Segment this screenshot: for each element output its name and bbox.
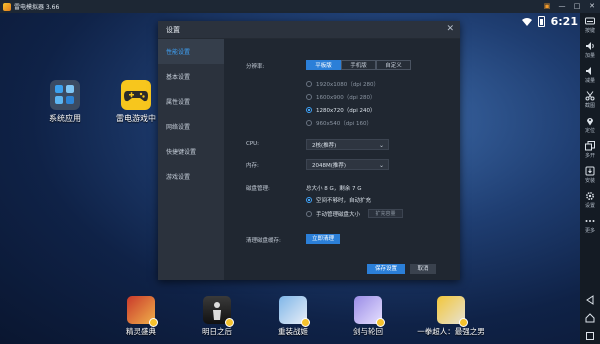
minimize-button[interactable]: — xyxy=(558,1,566,11)
expand-capacity-button[interactable]: 扩充容量 xyxy=(368,209,403,218)
resolution-mode-tabs: 平板版 手机版 自定义 xyxy=(306,60,411,70)
back-icon xyxy=(586,295,594,305)
desktop-app-system[interactable]: 系统应用 xyxy=(35,80,95,124)
dialog-title: 设置 xyxy=(166,25,180,34)
cpu-label: CPU: xyxy=(246,141,260,147)
settings-dialog: 设置 ✕ 性能设置 基本设置 属性设置 网络设置 快捷键设置 游戏设置 分辨率:… xyxy=(158,21,460,280)
nav-shortcuts[interactable]: 快捷键设置 xyxy=(158,139,224,164)
dock-app-1[interactable]: 精灵盛典 xyxy=(106,296,176,337)
resolution-option[interactable]: 1280x720（dpi 240） xyxy=(306,106,376,114)
multi-window-icon xyxy=(585,141,595,151)
sidebar-item-location[interactable]: 定位 xyxy=(580,116,600,134)
android-back-button[interactable] xyxy=(580,295,600,305)
game-app-icon xyxy=(354,296,385,327)
gamepad-icon xyxy=(121,80,151,110)
resolution-option[interactable]: 1600x900（dpi 280） xyxy=(306,93,376,101)
scissors-icon xyxy=(585,91,595,101)
android-recent-button[interactable] xyxy=(580,331,600,341)
resolution-option[interactable]: 1920x1080（dpi 280） xyxy=(306,80,379,88)
game-app-icon xyxy=(127,296,158,327)
game-app-icon xyxy=(203,296,234,327)
memory-select[interactable]: 2048M(推荐) ⌄ xyxy=(306,159,389,170)
sidebar-item-settings[interactable]: 设置 xyxy=(580,191,600,209)
settings-content: 分辨率: 平板版 手机版 自定义 1920x1080（dpi 280） 1600… xyxy=(224,39,460,280)
sidebar-item-volume-up[interactable]: 加量 xyxy=(580,41,600,59)
dock-app-3[interactable]: 重装战姬 xyxy=(258,296,328,337)
volume-up-icon xyxy=(586,42,594,50)
leidian-badge-icon xyxy=(225,318,234,327)
recent-apps-icon xyxy=(586,332,594,340)
install-icon xyxy=(585,166,595,176)
radio-button-checked xyxy=(306,197,312,203)
memory-label: 内存: xyxy=(246,163,259,169)
mode-tablet[interactable]: 平板版 xyxy=(306,60,341,70)
cache-label: 清理磁盘缓存: xyxy=(246,238,281,244)
resolution-label: 分辨率: xyxy=(246,64,265,70)
keyboard-icon xyxy=(585,17,595,25)
mode-custom[interactable]: 自定义 xyxy=(376,60,411,70)
settings-nav: 性能设置 基本设置 属性设置 网络设置 快捷键设置 游戏设置 xyxy=(158,39,224,280)
system-apps-folder-icon xyxy=(50,80,80,110)
radio-button xyxy=(306,211,312,217)
dock-app-2[interactable]: 明日之后 xyxy=(182,296,252,337)
title-bar: 雷电模拟器 3.66 ▣ — □ ✕ xyxy=(0,0,600,13)
home-icon xyxy=(585,313,595,323)
radio-button xyxy=(306,81,312,87)
fullscreen-button[interactable]: ▣ xyxy=(543,1,551,11)
sidebar-item-multi-instance[interactable]: 多开 xyxy=(580,141,600,159)
status-clock: 6:21 xyxy=(550,15,578,28)
dock-app-4[interactable]: 剑与轮回 xyxy=(333,296,403,337)
sidebar-item-install[interactable]: 安装 xyxy=(580,166,600,184)
radio-button xyxy=(306,120,312,126)
cancel-button[interactable]: 取消 xyxy=(410,264,436,274)
dialog-close-button[interactable]: ✕ xyxy=(446,24,454,34)
game-app-icon xyxy=(437,296,468,327)
chevron-down-icon: ⌄ xyxy=(378,162,384,169)
window-controls: ▣ — □ ✕ xyxy=(543,1,596,11)
sidebar-item-keymap[interactable]: 按键 xyxy=(580,16,600,34)
dialog-header: 设置 ✕ xyxy=(158,21,460,39)
location-icon xyxy=(587,118,593,126)
disk-manual-option[interactable]: 手动管理磁盘大小 xyxy=(306,210,360,218)
leidian-badge-icon xyxy=(149,318,158,327)
nav-performance[interactable]: 性能设置 xyxy=(158,39,224,64)
leidian-badge-icon xyxy=(376,318,385,327)
desktop-app-leidian-game[interactable]: 雷电游戏中 xyxy=(106,80,166,124)
sidebar-item-more[interactable]: 更多 xyxy=(580,216,600,234)
volume-down-icon xyxy=(586,67,591,75)
android-home-button[interactable] xyxy=(580,313,600,323)
right-toolbar: 按键 加量 减量 截图 定位 多开 安装 设置 更多 xyxy=(580,13,600,344)
more-icon xyxy=(585,220,595,222)
nav-properties[interactable]: 属性设置 xyxy=(158,89,224,114)
nav-network[interactable]: 网络设置 xyxy=(158,114,224,139)
nav-game[interactable]: 游戏设置 xyxy=(158,164,224,189)
window-title: 雷电模拟器 3.66 xyxy=(14,4,60,11)
sidebar-item-screenshot[interactable]: 截图 xyxy=(580,91,600,109)
disk-auto-expand-option[interactable]: 空间不够时，自动扩充 xyxy=(306,196,371,204)
disk-info: 总大小 8 G，剩余 7 G xyxy=(306,186,362,192)
app-logo-icon xyxy=(3,2,11,11)
clear-cache-button[interactable]: 立即清理 xyxy=(306,234,340,244)
game-app-icon xyxy=(279,296,310,327)
sidebar-item-volume-down[interactable]: 减量 xyxy=(580,66,600,84)
dock-app-5[interactable]: 一拳超人：最强之男 xyxy=(406,296,496,337)
close-button[interactable]: ✕ xyxy=(588,1,596,11)
leidian-badge-icon xyxy=(459,318,468,327)
leidian-badge-icon xyxy=(301,318,310,327)
chevron-down-icon: ⌄ xyxy=(378,142,384,149)
radio-button-checked xyxy=(306,107,312,113)
resolution-option[interactable]: 960x540（dpi 160） xyxy=(306,119,372,127)
maximize-button[interactable]: □ xyxy=(573,1,581,11)
save-settings-button[interactable]: 保存设置 xyxy=(367,264,405,274)
disk-label: 磁盘管理: xyxy=(246,186,270,192)
nav-basic[interactable]: 基本设置 xyxy=(158,64,224,89)
battery-icon xyxy=(537,16,545,27)
gear-icon xyxy=(586,192,594,200)
mode-phone[interactable]: 手机版 xyxy=(341,60,376,70)
wifi-icon xyxy=(521,17,532,26)
radio-button xyxy=(306,94,312,100)
cpu-select[interactable]: 2核(推荐) ⌄ xyxy=(306,139,389,150)
